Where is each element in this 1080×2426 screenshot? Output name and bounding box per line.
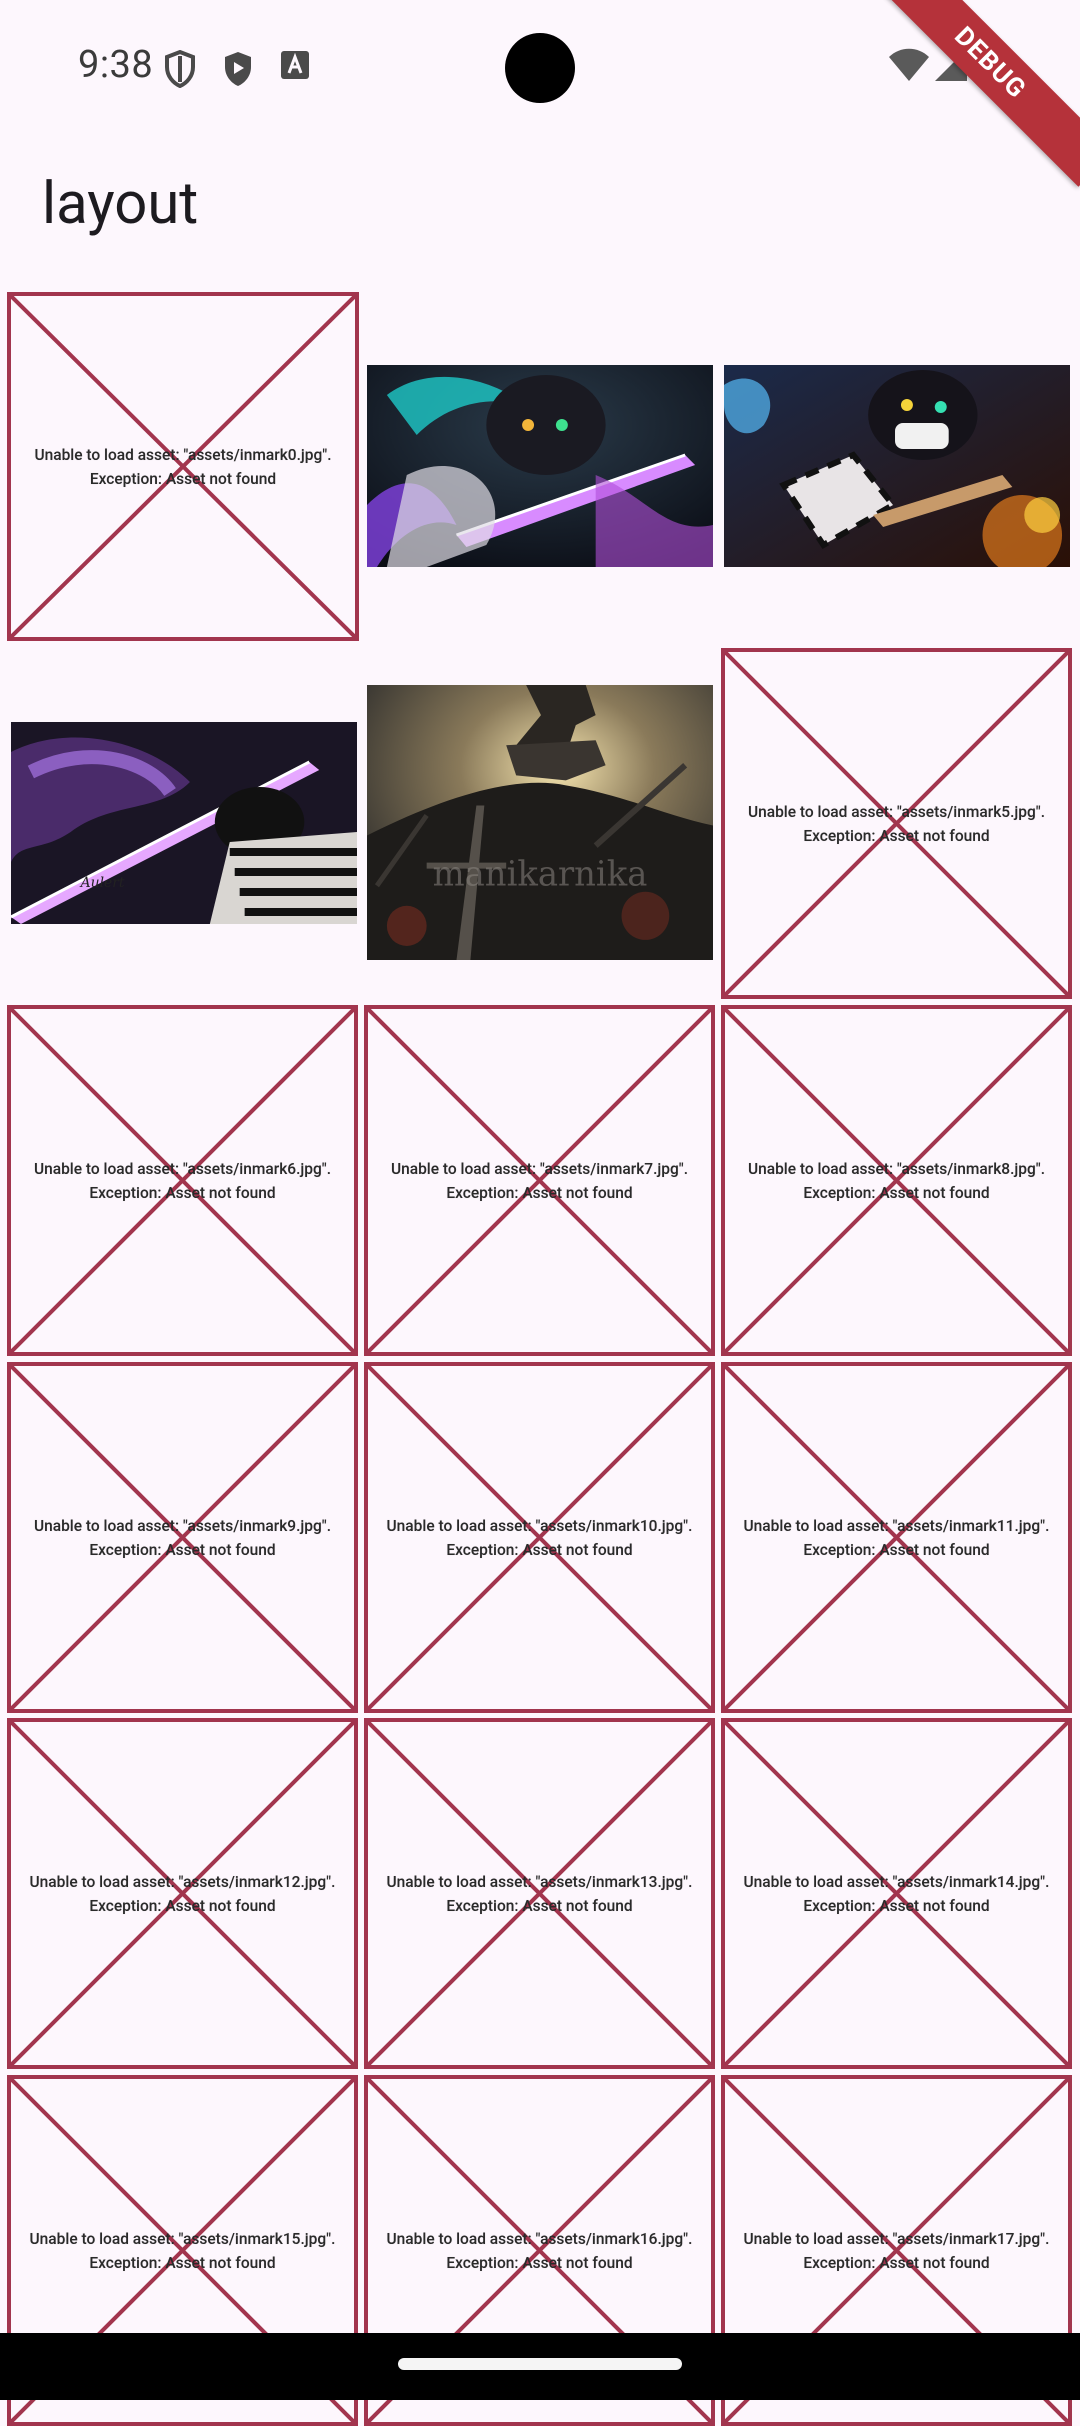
error-line-2: Exception: Asset not found — [446, 1896, 633, 1915]
error-line-1: Unable to load asset: "assets/inmark6.jp… — [33, 1159, 332, 1178]
font-a-icon — [280, 50, 310, 84]
image-3: Aulert — [11, 722, 357, 924]
error-line-1: Unable to load asset: "assets/inmark10.j… — [386, 1516, 693, 1535]
error-line-1: Unable to load asset: "assets/inmark8.jp… — [747, 1159, 1046, 1178]
error-message: Unable to load asset: "assets/inmark0.jp… — [11, 443, 355, 491]
image-13-error-placeholder: Unable to load asset: "assets/inmark13.j… — [364, 1718, 715, 2069]
error-line-2: Exception: Asset not found — [446, 2253, 633, 2272]
error-message: Unable to load asset: "assets/inmark6.jp… — [11, 1157, 354, 1205]
error-line-1: Unable to load asset: "assets/inmark0.jp… — [34, 445, 332, 464]
image-12-error-placeholder: Unable to load asset: "assets/inmark12.j… — [7, 1718, 358, 2069]
image-6-error-placeholder: Unable to load asset: "assets/inmark6.jp… — [7, 1005, 358, 1356]
error-line-2: Exception: Asset not found — [89, 1896, 276, 1915]
error-message: Unable to load asset: "assets/inmark5.jp… — [725, 800, 1068, 848]
error-line-2: Exception: Asset not found — [803, 826, 990, 845]
error-message: Unable to load asset: "assets/inmark16.j… — [368, 2227, 711, 2275]
signature: Aulert — [79, 875, 125, 891]
image-4: manikarnika — [367, 685, 713, 960]
error-line-2: Exception: Asset not found — [803, 1540, 990, 1559]
image-7-error-placeholder: Unable to load asset: "assets/inmark7.jp… — [364, 1005, 715, 1356]
error-line-2: Exception: Asset not found — [446, 1540, 633, 1559]
navigation-bar — [0, 2333, 1080, 2400]
error-line-1: Unable to load asset: "assets/inmark12.j… — [29, 1872, 336, 1891]
camera-cutout — [505, 33, 575, 103]
error-line-1: Unable to load asset: "assets/inmark9.jp… — [33, 1516, 332, 1535]
error-line-1: Unable to load asset: "assets/inmark14.j… — [743, 1872, 1050, 1891]
watermark-text: manikarnika — [433, 855, 648, 895]
error-message: Unable to load asset: "assets/inmark9.jp… — [11, 1514, 354, 1562]
error-line-2: Exception: Asset not found — [446, 1183, 633, 1202]
error-line-1: Unable to load asset: "assets/inmark5.jp… — [747, 802, 1046, 821]
image-11-error-placeholder: Unable to load asset: "assets/inmark11.j… — [721, 1362, 1072, 1713]
wifi-icon — [888, 48, 930, 86]
error-line-2: Exception: Asset not found — [89, 1183, 276, 1202]
error-message: Unable to load asset: "assets/inmark8.jp… — [725, 1157, 1068, 1205]
image-0-error-placeholder: Unable to load asset: "assets/inmark0.jp… — [7, 292, 359, 641]
gesture-handle[interactable] — [398, 2358, 682, 2370]
error-message: Unable to load asset: "assets/inmark13.j… — [368, 1870, 711, 1918]
image-8-error-placeholder: Unable to load asset: "assets/inmark8.jp… — [721, 1005, 1072, 1356]
error-message: Unable to load asset: "assets/inmark14.j… — [725, 1870, 1068, 1918]
image-9-error-placeholder: Unable to load asset: "assets/inmark9.jp… — [7, 1362, 358, 1713]
error-line-1: Unable to load asset: "assets/inmark13.j… — [386, 1872, 693, 1891]
status-time: 9:38 — [78, 43, 154, 87]
error-message: Unable to load asset: "assets/inmark11.j… — [725, 1514, 1068, 1562]
image-10-error-placeholder: Unable to load asset: "assets/inmark10.j… — [364, 1362, 715, 1713]
error-line-2: Exception: Asset not found — [89, 2253, 276, 2272]
error-line-2: Exception: Asset not found — [89, 469, 277, 488]
image-14-error-placeholder: Unable to load asset: "assets/inmark14.j… — [721, 1718, 1072, 2069]
error-line-1: Unable to load asset: "assets/inmark15.j… — [29, 2229, 336, 2248]
error-message: Unable to load asset: "assets/inmark17.j… — [725, 2227, 1068, 2275]
error-line-1: Unable to load asset: "assets/inmark17.j… — [743, 2229, 1050, 2248]
error-message: Unable to load asset: "assets/inmark7.jp… — [368, 1157, 711, 1205]
error-line-1: Unable to load asset: "assets/inmark7.jp… — [390, 1159, 689, 1178]
error-line-2: Exception: Asset not found — [89, 1540, 276, 1559]
error-line-1: Unable to load asset: "assets/inmark16.j… — [386, 2229, 693, 2248]
image-2 — [724, 365, 1070, 567]
image-5-error-placeholder: Unable to load asset: "assets/inmark5.jp… — [721, 648, 1072, 999]
error-message: Unable to load asset: "assets/inmark10.j… — [368, 1514, 711, 1562]
error-line-2: Exception: Asset not found — [803, 1896, 990, 1915]
page-title: layout — [42, 170, 199, 238]
error-message: Unable to load asset: "assets/inmark15.j… — [11, 2227, 354, 2275]
error-line-2: Exception: Asset not found — [803, 2253, 990, 2272]
error-message: Unable to load asset: "assets/inmark12.j… — [11, 1870, 354, 1918]
error-line-2: Exception: Asset not found — [803, 1183, 990, 1202]
play-shield-icon — [222, 50, 254, 92]
image-1 — [367, 365, 713, 567]
error-line-1: Unable to load asset: "assets/inmark11.j… — [743, 1516, 1050, 1535]
shield-outline-icon — [164, 49, 196, 92]
